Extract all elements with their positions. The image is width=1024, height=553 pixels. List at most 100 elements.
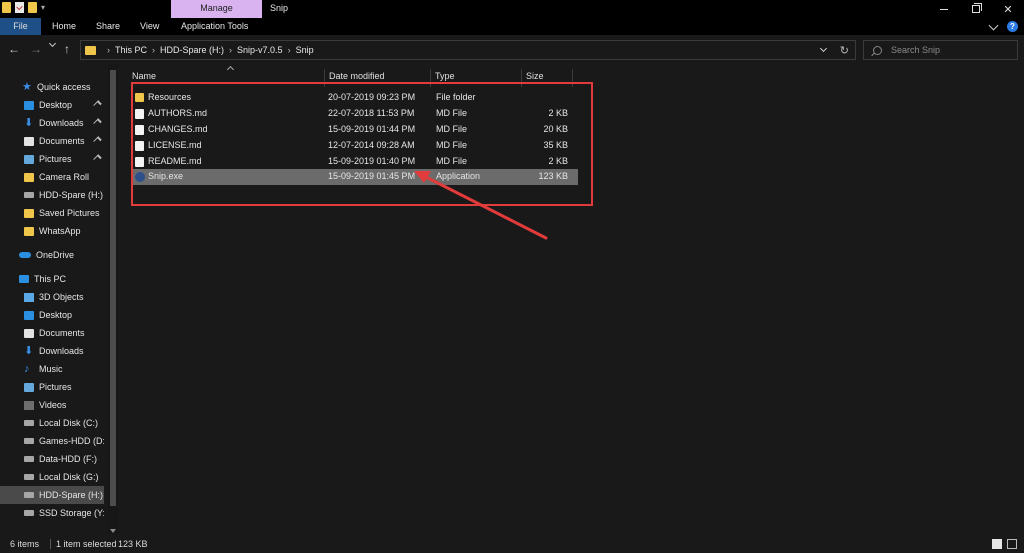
breadcrumb-separator-icon[interactable]: › [229, 45, 232, 55]
sidebar-item-this-pc[interactable]: This PC [0, 270, 104, 288]
sidebar-item-label: Data-HDD (F:) [39, 454, 97, 464]
sidebar-item-hdd-spare-quick[interactable]: HDD-Spare (H:) [0, 186, 104, 204]
title-bar: ▾ Manage Snip ✕ [0, 0, 1024, 18]
sidebar-item-hdd-spare-h[interactable]: HDD-Spare (H:) [0, 486, 104, 504]
sidebar-item-whatsapp[interactable]: WhatsApp [0, 222, 104, 240]
documents-icon [24, 136, 34, 146]
sidebar-item-onedrive[interactable]: OneDrive [0, 246, 104, 264]
close-button[interactable]: ✕ [992, 0, 1024, 18]
search-box[interactable] [863, 40, 1018, 60]
sidebar-item-data-hdd-f[interactable]: Data-HDD (F:) [0, 450, 104, 468]
folder-icon[interactable] [2, 2, 11, 13]
sidebar-item-label: HDD-Spare (H:) [39, 490, 104, 500]
drive-icon [24, 492, 34, 498]
drive-icon [24, 438, 34, 444]
sidebar-item-pictures[interactable]: Pictures [0, 150, 104, 168]
sidebar-item-local-disk-g[interactable]: Local Disk (G:) [0, 468, 104, 486]
drive-icon [24, 456, 34, 462]
download-icon: ⬇ [24, 117, 34, 129]
quick-access-toolbar: ▾ [2, 2, 45, 13]
address-bar[interactable]: › This PC › HDD-Spare (H:) › Snip-v7.0.5… [80, 40, 856, 60]
breadcrumb-separator-icon[interactable]: › [107, 45, 110, 55]
new-folder-icon[interactable] [28, 2, 37, 13]
cube-icon [24, 292, 34, 302]
search-icon [873, 45, 882, 55]
window-title: Snip [270, 3, 289, 13]
sidebar-item-documents[interactable]: Documents [0, 132, 104, 150]
breadcrumb-separator-icon[interactable]: › [288, 45, 291, 55]
sidebar-item-videos[interactable]: Videos [0, 396, 104, 414]
folder-icon [85, 45, 96, 55]
sidebar-item-ssd-storage-y[interactable]: SSD Storage (Y:) [0, 504, 104, 522]
sidebar-item-downloads-pc[interactable]: ⬇ Downloads [0, 342, 104, 360]
breadcrumb-snip[interactable]: Snip [296, 45, 314, 55]
minimize-button[interactable] [928, 0, 960, 18]
back-arrow-icon[interactable]: ← [8, 42, 20, 56]
expand-ribbon-icon[interactable] [988, 20, 999, 30]
breadcrumb-hdd-spare[interactable]: HDD-Spare (H:) [160, 45, 224, 55]
column-header-label: Type [435, 71, 455, 81]
forward-arrow-icon[interactable]: → [30, 42, 42, 56]
sidebar-item-3d-objects[interactable]: 3D Objects [0, 288, 104, 306]
address-history-icon[interactable] [819, 44, 827, 53]
large-icons-view-icon[interactable] [1007, 539, 1017, 549]
pin-icon[interactable] [93, 100, 102, 109]
breadcrumb-snip-version[interactable]: Snip-v7.0.5 [237, 45, 283, 55]
sidebar-item-label: Downloads [39, 346, 84, 356]
up-arrow-icon[interactable]: ↑ [64, 42, 70, 56]
sidebar-item-label: WhatsApp [39, 226, 81, 236]
refresh-icon[interactable]: ↻ [840, 44, 849, 57]
desktop-icon [24, 310, 34, 320]
pictures-icon [24, 382, 34, 392]
sidebar-item-pictures-pc[interactable]: Pictures [0, 378, 104, 396]
sidebar-item-label: Camera Roll [39, 172, 90, 182]
tab-home[interactable]: Home [52, 18, 76, 35]
sidebar-item-local-disk-c[interactable]: Local Disk (C:) [0, 414, 104, 432]
recent-locations-button[interactable] [48, 39, 57, 48]
tab-file[interactable]: File [0, 18, 41, 35]
sidebar-item-music[interactable]: ♪ Music [0, 360, 104, 378]
minimize-icon [940, 8, 948, 10]
pictures-icon [24, 154, 34, 164]
restore-button[interactable] [960, 0, 992, 18]
sidebar-item-downloads[interactable]: ⬇ Downloads [0, 114, 104, 132]
folder-icon [24, 226, 34, 236]
properties-icon[interactable] [15, 2, 24, 13]
tab-manage[interactable]: Manage [171, 0, 262, 18]
sidebar-item-label: Local Disk (G:) [39, 472, 99, 482]
sidebar-item-desktop[interactable]: Desktop [0, 96, 104, 114]
tab-view[interactable]: View [140, 18, 159, 35]
breadcrumb-this-pc[interactable]: This PC [115, 45, 147, 55]
sidebar-item-quick-access[interactable]: ★ Quick access [0, 78, 104, 96]
sidebar-item-label: Desktop [39, 310, 73, 320]
sidebar-scrollbar[interactable] [108, 64, 118, 535]
sidebar-item-documents-pc[interactable]: Documents [0, 324, 104, 342]
customize-toolbar-icon[interactable]: ▾ [41, 3, 45, 12]
sidebar-item-saved-pictures[interactable]: Saved Pictures [0, 204, 104, 222]
search-input[interactable] [891, 45, 1011, 55]
sidebar-item-desktop-pc[interactable]: Desktop [0, 306, 104, 324]
download-icon: ⬇ [24, 345, 34, 357]
pin-icon[interactable] [93, 154, 102, 163]
window-controls: ✕ [928, 0, 1024, 18]
sidebar-item-label: Quick access [37, 82, 91, 92]
tab-share[interactable]: Share [96, 18, 120, 35]
pin-icon[interactable] [93, 118, 102, 127]
sidebar-item-games-hdd-d[interactable]: Games-HDD (D:) [0, 432, 104, 450]
scrollbar-thumb[interactable] [110, 70, 116, 506]
close-icon: ✕ [1003, 3, 1013, 16]
tab-application-tools[interactable]: Application Tools [181, 18, 248, 35]
sidebar-item-label: This PC [34, 274, 67, 284]
drive-icon [24, 510, 34, 516]
sidebar-item-camera-roll[interactable]: Camera Roll [0, 168, 104, 186]
sidebar-item-label: Games-HDD (D:) [39, 436, 104, 446]
breadcrumb-separator-icon[interactable]: › [152, 45, 155, 55]
help-icon[interactable]: ? [1007, 21, 1018, 32]
desktop-icon [24, 100, 34, 110]
documents-icon [24, 328, 34, 338]
pin-icon[interactable] [93, 136, 102, 145]
sidebar-item-label: SSD Storage (Y:) [39, 508, 104, 518]
details-view-icon[interactable] [992, 539, 1002, 549]
annotation-arrow-icon [532, 234, 552, 244]
scroll-down-icon[interactable] [110, 529, 116, 533]
